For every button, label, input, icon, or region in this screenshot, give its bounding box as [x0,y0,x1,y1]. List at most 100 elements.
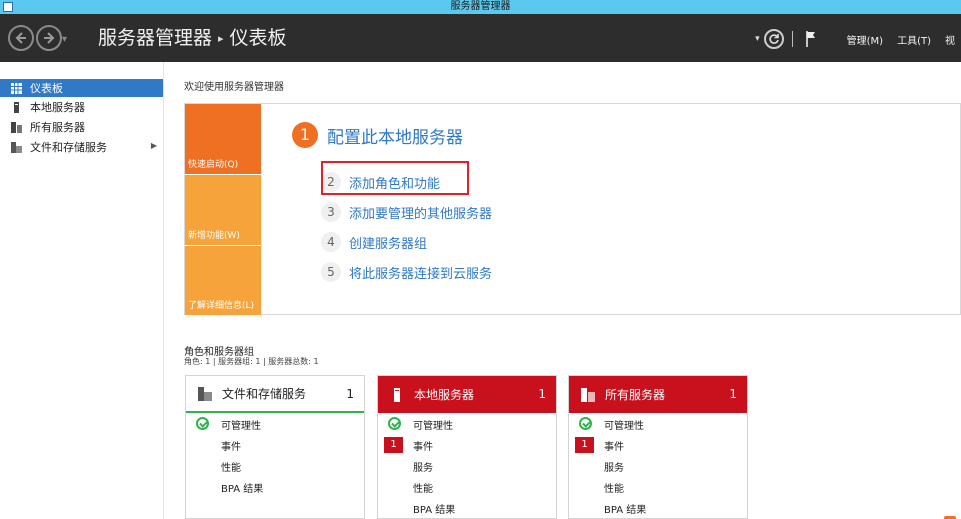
header-bar: ▾ 服务器管理器 ▸ 仪表板 ▾ 管理(M) 工具(T) 视 [0,14,961,62]
highlight-annotation-box [321,161,469,195]
sidebar-item-all-servers[interactable]: 所有服务器 [0,118,163,136]
sidebar: 仪表板 本地服务器 所有服务器 文件和存储服务 ▶ [0,62,164,519]
row-label: 可管理性 [413,420,453,432]
sidebar-item-label: 文件和存储服务 [30,141,107,154]
server-icon [390,387,404,402]
row-label: BPA 结果 [221,483,264,495]
notifications-flag-icon[interactable] [805,30,817,48]
sidebar-item-local-server[interactable]: 本地服务器 [0,98,163,116]
card-row-events[interactable]: 事件 [186,435,366,455]
window-title-bar: 服务器管理器 [0,0,961,14]
card-row-services[interactable]: 服务 [569,456,749,476]
quick-start-panel: 快速启动(Q) 新增功能(W) 了解详细信息(L) 1 配置此本地服务器 2 添… [184,103,961,315]
event-count-badge: 1 [575,437,594,453]
breadcrumb: 服务器管理器 ▸ 仪表板 [98,26,287,53]
card-row-bpa[interactable]: BPA 结果 [378,498,558,518]
row-label: BPA 结果 [604,504,647,516]
step-number-badge: 5 [321,262,341,282]
tab-learn-more[interactable]: 了解详细信息(L) [185,246,261,315]
menu-manage[interactable]: 管理(M) [847,32,883,47]
card-title: 文件和存储服务 [222,387,307,401]
step-link[interactable]: 创建服务器组 [349,233,427,252]
step-link[interactable]: 配置此本地服务器 [327,123,463,148]
row-label: 服务 [413,462,433,474]
file-storage-icon [11,141,22,153]
role-card-all-servers[interactable]: 所有服务器 1 可管理性 1 事件 服务 性能 BPA 结果 [568,375,748,519]
history-dropdown-icon[interactable]: ▾ [62,34,67,45]
roles-summary: 角色: 1 | 服务器组: 1 | 服务器总数: 1 [184,357,319,366]
card-header[interactable]: 文件和存储服务 1 [186,376,364,413]
row-label: 服务 [604,462,624,474]
row-label: 事件 [604,441,624,453]
step-add-other-servers[interactable]: 3 添加要管理的其他服务器 [321,202,492,222]
row-label: 事件 [413,441,433,453]
window-title: 服务器管理器 [450,1,511,12]
event-count-badge: 1 [384,437,403,453]
servers-icon [581,387,595,402]
row-label: 事件 [221,441,241,453]
step-link[interactable]: 将此服务器连接到云服务 [349,263,492,282]
step-connect-cloud[interactable]: 5 将此服务器连接到云服务 [321,262,492,282]
welcome-heading: 欢迎使用服务器管理器 [184,82,284,93]
dashboard-icon [11,82,22,94]
tab-whats-new[interactable]: 新增功能(W) [185,175,261,245]
step-link[interactable]: 添加要管理的其他服务器 [349,203,492,222]
menu-view[interactable]: 视 [945,32,961,47]
toolbar-divider [791,31,793,47]
status-ok-icon [196,417,209,430]
card-count: 1 [729,387,737,401]
breadcrumb-separator: ▸ [218,32,224,45]
header-toolbar: ▾ 管理(M) 工具(T) 视 [755,28,961,50]
refresh-button[interactable] [763,29,784,49]
row-label: 可管理性 [221,420,261,432]
forward-button[interactable] [36,25,62,51]
card-title: 本地服务器 [414,388,475,402]
refresh-dropdown-icon[interactable]: ▾ [755,34,760,44]
sidebar-item-dashboard[interactable]: 仪表板 [0,79,163,97]
sidebar-item-file-storage[interactable]: 文件和存储服务 ▶ [0,138,163,156]
row-label: 性能 [221,462,241,474]
step-number-badge: 1 [292,122,318,148]
expand-arrow-icon[interactable]: ▶ [151,141,157,150]
step-number-badge: 3 [321,202,341,222]
status-ok-icon [579,417,592,430]
back-button[interactable] [8,25,34,51]
card-row-manageability[interactable]: 可管理性 [186,414,366,434]
arrow-right-icon [44,32,55,44]
card-count: 1 [538,387,546,401]
file-storage-icon [198,386,212,401]
step-configure-local-server[interactable]: 1 配置此本地服务器 [292,122,463,148]
tab-quick-start[interactable]: 快速启动(Q) [185,104,261,174]
step-number-badge: 4 [321,232,341,252]
breadcrumb-current: 仪表板 [229,27,287,49]
card-row-manageability[interactable]: 可管理性 [378,414,558,434]
card-row-bpa[interactable]: BPA 结果 [569,498,749,518]
server-icon [11,101,22,113]
row-label: 性能 [604,483,624,495]
card-count: 1 [346,387,354,401]
menu-tools[interactable]: 工具(T) [897,32,931,47]
row-label: BPA 结果 [413,504,456,516]
card-row-events[interactable]: 1 事件 [569,435,749,455]
step-create-server-group[interactable]: 4 创建服务器组 [321,232,427,252]
row-label: 可管理性 [604,420,644,432]
card-row-services[interactable]: 服务 [378,456,558,476]
card-row-manageability[interactable]: 可管理性 [569,414,749,434]
card-header[interactable]: 本地服务器 1 [378,376,556,413]
servers-icon [11,121,22,133]
status-ok-icon [388,417,401,430]
breadcrumb-root[interactable]: 服务器管理器 [98,27,212,49]
row-label: 性能 [413,483,433,495]
card-row-events[interactable]: 1 事件 [378,435,558,455]
role-card-local-server[interactable]: 本地服务器 1 可管理性 1 事件 服务 性能 BPA 结果 [377,375,557,519]
card-title: 所有服务器 [605,388,666,402]
role-card-file-storage[interactable]: 文件和存储服务 1 可管理性 事件 性能 BPA 结果 [185,375,365,519]
card-header[interactable]: 所有服务器 1 [569,376,747,413]
card-row-performance[interactable]: 性能 [378,477,558,497]
refresh-icon [768,34,779,44]
sidebar-item-label: 本地服务器 [30,101,85,114]
card-row-performance[interactable]: 性能 [186,456,366,476]
card-row-performance[interactable]: 性能 [569,477,749,497]
card-row-bpa[interactable]: BPA 结果 [186,477,366,497]
arrow-left-icon [15,32,26,44]
